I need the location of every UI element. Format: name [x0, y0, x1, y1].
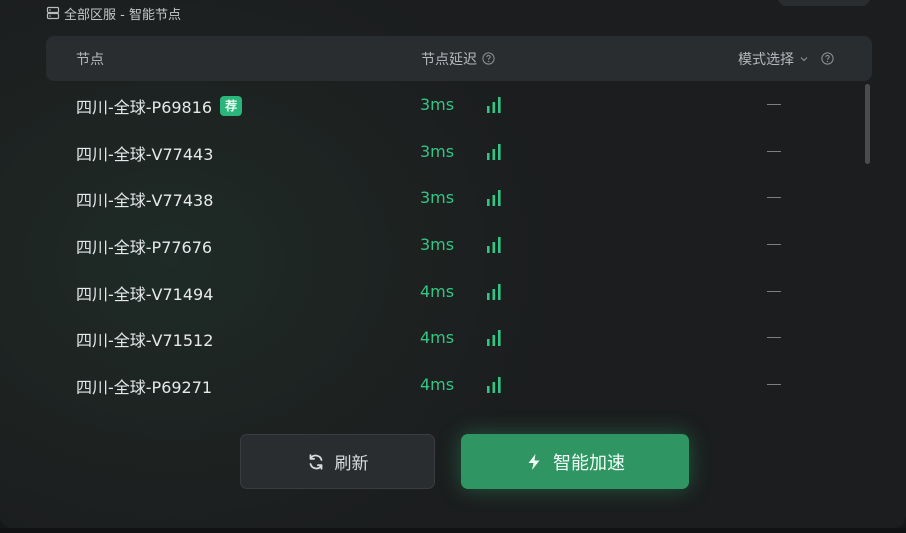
window-bottom-edge [0, 528, 906, 533]
scrollbar-thumb[interactable] [865, 84, 870, 164]
refresh-icon [309, 453, 322, 470]
node-name: 四川-全球-V71512 [76, 331, 214, 350]
node-name: 四川-全球-P77676 [76, 238, 213, 257]
mode-value[interactable] [767, 337, 781, 338]
signal-strength-icon [487, 97, 501, 113]
table-header: 节点 节点延迟 模式选择 [46, 36, 872, 81]
smart-accelerate-button-label: 智能加速 [553, 452, 625, 474]
lightning-icon [528, 453, 540, 470]
help-icon[interactable] [482, 52, 495, 65]
refresh-button[interactable]: 刷新 [240, 434, 435, 489]
mode-select-dropdown[interactable]: 模式选择 [738, 36, 834, 81]
column-header-node: 节点 [76, 51, 104, 68]
node-row[interactable]: 四川-全球-P77676 3ms [0, 222, 906, 268]
node-row[interactable]: 四川-全球-P69271 4ms [0, 362, 906, 408]
signal-strength-icon [487, 330, 501, 346]
node-latency: 3ms [420, 95, 455, 114]
node-latency: 4ms [420, 375, 455, 394]
breadcrumb: 全部区服 - 智能节点 [46, 4, 181, 23]
node-select-panel: 全部区服 - 智能节点 节点 节点延迟 模式选择 四川-全球-P69816 荐 … [0, 0, 906, 528]
mode-value[interactable] [767, 104, 781, 105]
chevron-down-icon [800, 56, 808, 61]
node-row[interactable]: 四川-全球-V77443 3ms [0, 129, 906, 175]
column-header-latency: 节点延迟 [421, 36, 495, 81]
signal-strength-icon [487, 377, 501, 393]
signal-strength-icon [487, 284, 501, 300]
node-name: 四川-全球-P69271 [76, 378, 213, 397]
node-row[interactable]: 四川-全球-V71494 4ms [0, 269, 906, 315]
node-row[interactable]: 四川-全球-V77438 3ms [0, 175, 906, 221]
node-name: 四川-全球-V77438 [76, 191, 214, 210]
mode-value[interactable] [767, 151, 781, 152]
help-icon[interactable] [821, 52, 834, 65]
smart-accelerate-button[interactable]: 智能加速 [461, 434, 689, 489]
node-name: 四川-全球-V77443 [76, 145, 214, 164]
recommended-badge: 荐 [220, 96, 243, 116]
node-row[interactable]: 四川-全球-V71512 4ms [0, 315, 906, 361]
top-right-control[interactable] [778, 0, 870, 6]
breadcrumb-text: 全部区服 - 智能节点 [64, 7, 181, 23]
refresh-button-label: 刷新 [334, 454, 369, 474]
node-name: 四川-全球-P69816 [76, 98, 213, 117]
node-latency: 4ms [420, 328, 455, 347]
node-latency: 3ms [420, 142, 455, 161]
node-latency: 3ms [420, 235, 455, 254]
mode-value[interactable] [767, 244, 781, 245]
mode-value[interactable] [767, 291, 781, 292]
node-latency: 3ms [420, 188, 455, 207]
mode-value[interactable] [767, 197, 781, 198]
signal-strength-icon [487, 144, 501, 160]
node-name: 四川-全球-V71494 [76, 285, 214, 304]
signal-strength-icon [487, 237, 501, 253]
node-row[interactable]: 四川-全球-P69816 荐 3ms [0, 82, 906, 128]
server-icon [46, 6, 60, 20]
mode-value[interactable] [767, 384, 781, 385]
node-latency: 4ms [420, 282, 455, 301]
signal-strength-icon [487, 190, 501, 206]
